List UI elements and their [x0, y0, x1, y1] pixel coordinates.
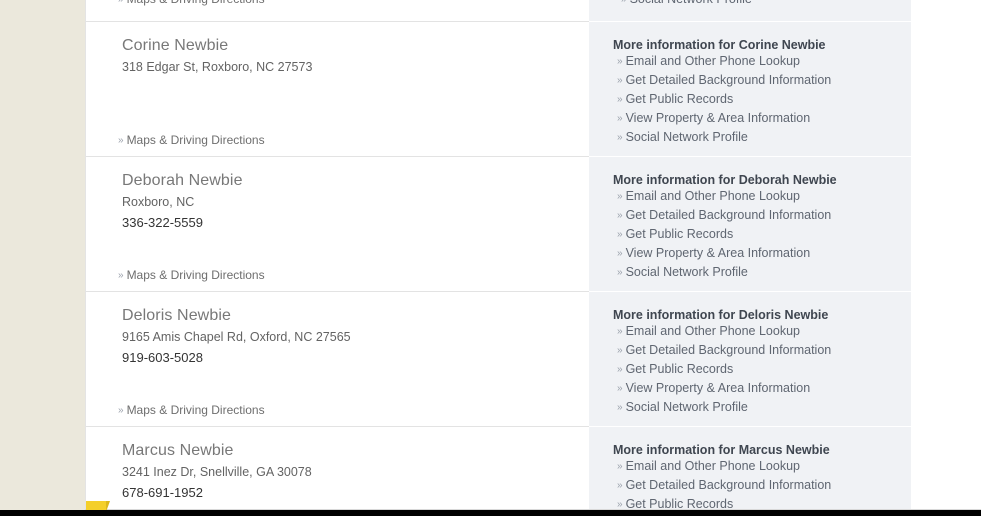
result-person-name: Marcus Newbie	[122, 442, 234, 459]
panel-link-label: Get Public Records	[625, 362, 734, 376]
chevron-right-icon: »	[617, 402, 623, 413]
social-network-profile-link[interactable]: »Social Network Profile	[617, 0, 752, 9]
more-information-title: More information for Corine Newbie	[613, 38, 826, 52]
panel-link-label: Get Public Records	[625, 92, 734, 106]
chevron-right-icon: »	[617, 210, 623, 221]
chevron-right-icon: »	[617, 364, 623, 375]
email-and-phone-lookup-link[interactable]: » Email and Other Phone Lookup	[613, 52, 911, 71]
panel-link-label: Social Network Profile	[625, 130, 748, 144]
panel-link-label: View Property & Area Information	[625, 381, 811, 395]
result-address: 3241 Inez Dr, Snellville, GA 30078	[122, 465, 312, 479]
chevron-right-icon: »	[617, 248, 623, 259]
chevron-right-icon: »	[617, 345, 623, 356]
chevron-right-icon: »	[617, 267, 623, 278]
result-entry[interactable]: »Maps & Driving Directions	[86, 0, 589, 22]
more-information-title: More information for Marcus Newbie	[613, 443, 830, 457]
chevron-right-icon: »	[118, 270, 124, 281]
result-phone-number: 678-691-1952	[122, 485, 203, 500]
background-information-link[interactable]: » Get Detailed Background Information	[613, 341, 911, 360]
chevron-right-icon: »	[617, 383, 623, 394]
more-information-block: More information for Marcus Newbie » Emai…	[589, 427, 911, 510]
maps-link-label: Maps & Driving Directions	[126, 133, 265, 147]
result-person-name: Corine Newbie	[122, 37, 229, 54]
maps-link-label: Maps & Driving Directions	[126, 268, 265, 282]
bottom-black-bar	[0, 510, 981, 516]
result-phone-number: 919-603-5028	[122, 350, 203, 365]
maps-link-label: Maps & Driving Directions	[127, 0, 265, 6]
chevron-right-icon: »	[617, 326, 623, 337]
panel-link-label: Social Network Profile	[625, 400, 748, 414]
document-body: »Maps & Driving Directions Corine Newbie…	[85, 0, 981, 510]
more-information-block: More information for Corine Newbie » Emai…	[589, 22, 911, 157]
panel-link-label: Social Network Profile	[625, 265, 748, 279]
chevron-right-icon: »	[617, 94, 623, 105]
background-information-link[interactable]: » Get Detailed Background Information	[613, 71, 911, 90]
public-records-link[interactable]: » Get Public Records	[613, 90, 911, 109]
chevron-right-icon: »	[617, 191, 623, 202]
search-results-area: »Maps & Driving Directions Corine Newbie…	[86, 0, 981, 510]
page-canvas: »Maps & Driving Directions Corine Newbie…	[0, 0, 981, 516]
more-information-block: More information for Deloris Newbie » Ema…	[589, 292, 911, 427]
result-address: 9165 Amis Chapel Rd, Oxford, NC 27565	[122, 330, 351, 344]
public-records-link[interactable]: » Get Public Records	[613, 495, 911, 510]
maps-and-driving-directions-link[interactable]: »Maps & Driving Directions	[118, 0, 265, 7]
chevron-right-icon: »	[617, 229, 623, 240]
background-information-link[interactable]: » Get Detailed Background Information	[613, 206, 911, 225]
maps-and-driving-directions-link[interactable]: »Maps & Driving Directions	[118, 133, 265, 148]
chevron-right-icon: »	[118, 135, 124, 146]
chevron-right-icon: »	[118, 405, 124, 416]
panel-link-label: Get Public Records	[625, 227, 734, 241]
panel-link-label: Email and Other Phone Lookup	[625, 459, 800, 473]
panel-link-label: View Property & Area Information	[625, 111, 811, 125]
maps-and-driving-directions-link[interactable]: »Maps & Driving Directions	[118, 403, 265, 418]
result-entry[interactable]: Corine Newbie 318 Edgar St, Roxboro, NC …	[86, 22, 589, 157]
results-left-column: »Maps & Driving Directions Corine Newbie…	[86, 0, 589, 510]
email-and-phone-lookup-link[interactable]: » Email and Other Phone Lookup	[613, 457, 911, 476]
panel-link-label: Get Detailed Background Information	[625, 478, 832, 492]
social-network-profile-link[interactable]: »Social Network Profile	[613, 128, 911, 147]
chevron-right-icon: »	[617, 132, 623, 143]
result-address: Roxboro, NC	[122, 195, 195, 209]
panel-link-label: Get Detailed Background Information	[625, 343, 832, 357]
chevron-right-icon: »	[621, 0, 627, 9]
more-information-panel: »Social Network Profile More information…	[589, 0, 911, 510]
more-information-block: »Social Network Profile	[589, 0, 911, 22]
panel-link-label: Email and Other Phone Lookup	[625, 324, 800, 338]
result-person-name: Deloris Newbie	[122, 307, 231, 324]
chevron-right-icon: »	[617, 461, 623, 472]
chevron-right-icon: »	[617, 499, 623, 510]
panel-link-label: Social Network Profile	[630, 0, 752, 6]
chevron-right-icon: »	[617, 75, 623, 86]
property-and-area-link[interactable]: » View Property & Area Information	[613, 379, 911, 398]
social-network-profile-link[interactable]: »Social Network Profile	[613, 398, 911, 417]
result-address: 318 Edgar St, Roxboro, NC 27573	[122, 60, 313, 74]
more-information-title: More information for Deborah Newbie	[613, 173, 837, 187]
panel-link-label: Email and Other Phone Lookup	[625, 189, 800, 203]
panel-link-label: Get Detailed Background Information	[625, 73, 832, 87]
public-records-link[interactable]: » Get Public Records	[613, 360, 911, 379]
panel-link-label: Get Detailed Background Information	[625, 208, 832, 222]
result-entry[interactable]: Deloris Newbie 9165 Amis Chapel Rd, Oxfo…	[86, 292, 589, 427]
chevron-right-icon: »	[617, 480, 623, 491]
more-information-title: More information for Deloris Newbie	[613, 308, 829, 322]
maps-link-label: Maps & Driving Directions	[126, 403, 265, 417]
email-and-phone-lookup-link[interactable]: » Email and Other Phone Lookup	[613, 187, 911, 206]
property-and-area-link[interactable]: » View Property & Area Information	[613, 244, 911, 263]
email-and-phone-lookup-link[interactable]: » Email and Other Phone Lookup	[613, 322, 911, 341]
chevron-right-icon: »	[617, 113, 623, 124]
result-entry[interactable]: Deborah Newbie Roxboro, NC 336-322-5559 …	[86, 157, 589, 292]
public-records-link[interactable]: » Get Public Records	[613, 225, 911, 244]
background-information-link[interactable]: » Get Detailed Background Information	[613, 476, 911, 495]
result-person-name: Deborah Newbie	[122, 172, 243, 189]
panel-link-label: Email and Other Phone Lookup	[625, 54, 800, 68]
chevron-right-icon: »	[617, 56, 623, 67]
maps-and-driving-directions-link[interactable]: »Maps & Driving Directions	[118, 268, 265, 283]
chevron-right-icon: »	[118, 0, 124, 7]
social-network-profile-link[interactable]: »Social Network Profile	[613, 263, 911, 282]
more-information-block: More information for Deborah Newbie » Ema…	[589, 157, 911, 292]
property-and-area-link[interactable]: » View Property & Area Information	[613, 109, 911, 128]
panel-link-label: View Property & Area Information	[625, 246, 811, 260]
result-phone-number: 336-322-5559	[122, 215, 203, 230]
result-entry[interactable]: Marcus Newbie 3241 Inez Dr, Snellville, …	[86, 427, 589, 510]
